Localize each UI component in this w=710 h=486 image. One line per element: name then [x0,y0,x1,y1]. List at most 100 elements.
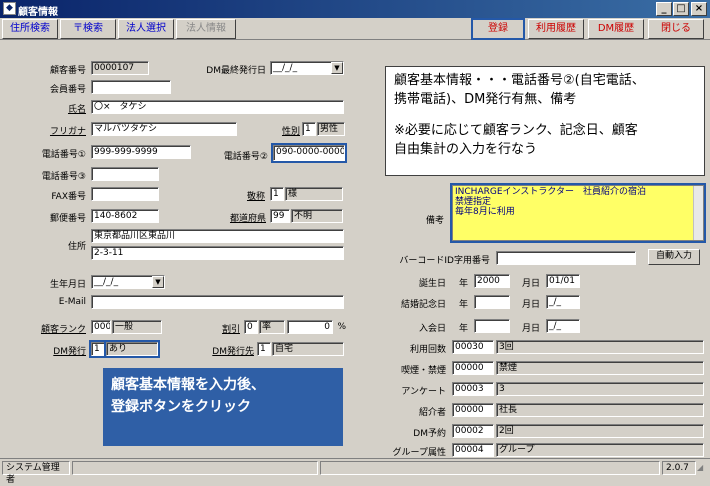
callout-line: 顧客基本情報を入力後、 [111,377,265,393]
resize-grip-icon[interactable]: ◢ [697,463,708,474]
register-hint-callout: 顧客基本情報を入力後、 登録ボタンをクリック [103,368,343,446]
customer-no-field: 0000107 [91,61,149,75]
phone2-label: 電話番号② [223,152,268,162]
phone3-field[interactable] [91,167,159,181]
rank-value: 一般 [112,320,162,334]
remarks-scrollbar[interactable] [693,186,703,240]
anniv-year-label: 年 [458,300,468,310]
address-label: 住所 [67,242,86,252]
chevron-down-icon[interactable]: ▼ [331,62,343,74]
dm-history-button[interactable]: DM履歴 [588,19,644,39]
remarks-line: 禁煙指定 [455,197,492,207]
fax-field[interactable] [91,187,159,201]
dm-issue-value: あり [104,340,160,358]
dm-last-date-label: DM最終発行日 [206,66,266,76]
percent-label: % [337,322,346,332]
address2-field[interactable]: 2-3-11 [91,246,344,260]
minimize-button[interactable]: _ [656,2,672,16]
register-button[interactable]: 登録 [471,18,525,40]
group-value: グループ [496,443,704,457]
pref-code-field[interactable]: 99 [270,209,290,223]
gender-label: 性別 [281,127,300,137]
smoking-code-field[interactable]: 00000 [452,361,494,375]
rank-code-field[interactable]: 000 [91,320,111,334]
close-window-button[interactable]: × [691,2,707,16]
postal-field[interactable]: 140-8602 [91,209,159,223]
status-panel [72,461,318,475]
usage-label: 利用回数 [409,345,446,355]
corp-select-button[interactable]: 法人選択 [118,19,174,39]
gender-code-field[interactable]: 1 [302,122,316,136]
member-no-label: 会員番号 [49,85,86,95]
smoking-label: 喫煙・禁煙 [400,366,446,376]
email-label: E-Mail [58,297,86,307]
join-year-field[interactable] [474,319,510,333]
join-year-label: 年 [458,324,468,334]
anniv-md-label: 月日 [521,300,540,310]
dm-reserve-value: 2回 [496,424,704,438]
anniv-md-field[interactable]: _/_ [546,295,580,309]
group-code-field[interactable]: 00004 [452,443,494,457]
survey-code-field[interactable]: 00003 [452,382,494,396]
usage-history-button[interactable]: 利用履歴 [528,19,584,39]
maximize-button[interactable]: □ [673,2,689,16]
anniv-year-field[interactable] [474,295,510,309]
phone1-field[interactable]: 999-999-9999 [91,145,191,159]
survey-value: 3 [496,382,704,396]
phone1-label: 電話番号① [41,150,86,160]
postal-search-button[interactable]: 〒検索 [60,19,116,39]
discount-code-field[interactable]: 0 [244,320,258,334]
join-md-field[interactable]: _/_ [546,319,580,333]
name-field[interactable]: 〇× タケシ [91,100,344,114]
referrer-value: 社長 [496,403,704,417]
honorific-value: 様 [285,187,343,201]
gender-value: 男性 [317,122,345,136]
kana-label: フリガナ [49,127,86,137]
birthday-md-field[interactable]: 01/01 [546,274,580,288]
callout-line: 顧客基本情報・・・電話番号②(自宅電話、 [394,73,645,88]
usage-value: 3回 [496,340,704,354]
birth-field[interactable]: __/_/_ ▼ [91,275,165,289]
auto-input-button[interactable]: 自動入力 [648,249,700,265]
usage-code-field[interactable]: 00030 [452,340,494,354]
referrer-code-field[interactable]: 00000 [452,403,494,417]
phone2-field[interactable]: 090-0000-0000 [271,143,347,163]
join-label: 入会日 [418,324,446,334]
birthday-year-label: 年 [458,279,468,289]
birthday-label: 誕生日 [418,279,446,289]
toolbar: 住所検索 〒検索 法人選択 法人情報 登録 利用履歴 DM履歴 閉じる [0,18,710,40]
dm-issue-code-field[interactable]: 1 [89,340,107,358]
dm-reserve-label: DM予約 [413,429,446,439]
kana-field[interactable]: マルバツタケシ [91,122,237,136]
dm-last-date-field[interactable]: __/_/_ ▼ [270,61,344,75]
honorific-label: 敬称 [246,192,265,202]
remarks-line: 毎年8月に利用 [455,207,515,217]
birthday-year-field[interactable]: 2000 [474,274,510,288]
barcode-field[interactable] [496,251,636,265]
close-button[interactable]: 閉じる [648,19,704,39]
discount-label: 割引 [221,325,240,335]
member-no-field[interactable] [91,80,171,94]
status-panel [320,461,660,475]
dm-dest-code-field[interactable]: 1 [257,342,271,356]
address1-field[interactable]: 東京都品川区東品川 [91,229,344,243]
referrer-label: 紹介者 [418,408,446,418]
dm-reserve-code-field[interactable]: 00002 [452,424,494,438]
group-label: グループ属性 [392,448,446,458]
fax-label: FAX番号 [51,192,86,202]
callout-line: 登録ボタンをクリック [111,399,251,415]
birth-label: 生年月日 [49,280,86,290]
name-label: 氏名 [67,105,86,115]
address-search-button[interactable]: 住所検索 [2,19,58,39]
chevron-down-icon[interactable]: ▼ [152,276,164,288]
corp-info-button[interactable]: 法人情報 [176,19,236,39]
discount-value-field[interactable]: 0 [287,320,333,334]
discount-unit: 率 [259,320,285,334]
honorific-code-field[interactable]: 1 [270,187,284,201]
pref-label: 都道府県 [229,214,266,224]
remarks-label: 備考 [425,216,444,226]
status-bar: システム管理者 2.0.7 ◢ [0,458,710,485]
remarks-field[interactable]: INCHARGEインストラクター 社員紹介の宿泊 禁煙指定 毎年8月に利用 [450,183,706,243]
email-field[interactable] [91,295,344,309]
phone3-label: 電話番号③ [41,172,86,182]
